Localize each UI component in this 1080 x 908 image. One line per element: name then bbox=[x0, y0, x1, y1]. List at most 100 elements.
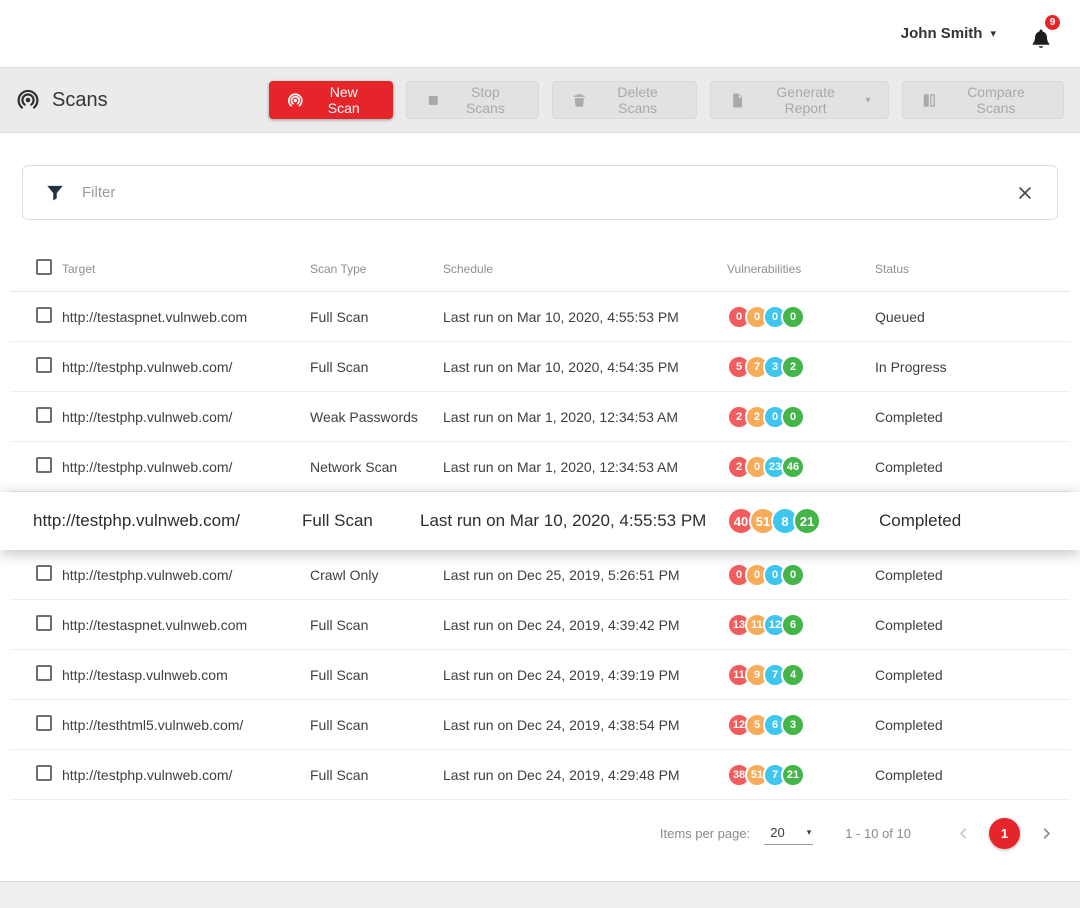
row-status: Completed bbox=[875, 409, 1070, 425]
low-count-badge: 0 bbox=[781, 305, 805, 329]
row-vulnerabilities: 0 0 0 0 bbox=[727, 305, 875, 329]
row-target: http://testaspnet.vulnweb.com bbox=[62, 309, 310, 325]
table-row[interactable]: http://testphp.vulnweb.com/ Weak Passwor… bbox=[10, 392, 1070, 442]
row-status: Completed bbox=[875, 667, 1070, 683]
current-page-button[interactable]: 1 bbox=[989, 818, 1020, 849]
trash-icon bbox=[571, 92, 588, 109]
row-schedule: Last run on Mar 1, 2020, 12:34:53 AM bbox=[443, 459, 727, 475]
new-scan-label: New Scan bbox=[313, 84, 375, 116]
table-row[interactable]: http://testphp.vulnweb.com/ Full Scan La… bbox=[0, 492, 1080, 550]
scans-table: Target Scan Type Schedule Vulnerabilitie… bbox=[10, 246, 1070, 800]
table-row[interactable]: http://testphp.vulnweb.com/ Network Scan… bbox=[10, 442, 1070, 492]
row-checkbox[interactable] bbox=[36, 615, 52, 631]
toolbar: Scans New Scan Stop Scans bbox=[0, 67, 1080, 133]
table-row[interactable]: http://testhtml5.vulnweb.com/ Full Scan … bbox=[10, 700, 1070, 750]
filter-placeholder: Filter bbox=[82, 184, 998, 201]
stop-scans-button[interactable]: Stop Scans bbox=[406, 81, 539, 119]
table-row[interactable]: http://testaspnet.vulnweb.com Full Scan … bbox=[10, 292, 1070, 342]
delete-scans-button[interactable]: Delete Scans bbox=[552, 81, 697, 119]
column-header-target: Target bbox=[62, 262, 310, 276]
row-scan-type: Full Scan bbox=[310, 667, 443, 683]
row-target: http://testphp.vulnweb.com/ bbox=[33, 511, 302, 531]
chevron-down-icon: ▾ bbox=[990, 27, 996, 40]
low-count-badge: 21 bbox=[781, 763, 805, 787]
row-schedule: Last run on Mar 10, 2020, 4:55:53 PM bbox=[443, 309, 727, 325]
previous-page-button[interactable] bbox=[955, 826, 971, 842]
row-status: Completed bbox=[879, 511, 1080, 531]
top-bar: John Smith ▾ 9 bbox=[0, 0, 1080, 67]
compare-scans-button[interactable]: Compare Scans bbox=[902, 81, 1064, 119]
table-row[interactable]: http://testphp.vulnweb.com/ Crawl Only L… bbox=[10, 550, 1070, 600]
generate-report-button[interactable]: Generate Report ▾ bbox=[710, 81, 889, 119]
generate-report-label: Generate Report bbox=[755, 84, 857, 116]
row-target: http://testphp.vulnweb.com/ bbox=[62, 359, 310, 375]
close-icon[interactable] bbox=[1015, 183, 1035, 203]
notifications-button[interactable]: 9 bbox=[1024, 17, 1058, 51]
low-count-badge: 21 bbox=[793, 507, 821, 535]
report-icon bbox=[729, 92, 746, 109]
filter-bar[interactable]: Filter bbox=[22, 165, 1058, 220]
column-header-scan-type: Scan Type bbox=[310, 262, 443, 276]
row-vulnerabilities: 5 7 3 2 bbox=[727, 355, 875, 379]
column-header-schedule: Schedule bbox=[443, 262, 727, 276]
row-scan-type: Full Scan bbox=[310, 617, 443, 633]
row-scan-type: Crawl Only bbox=[310, 567, 443, 583]
footer-strip bbox=[0, 881, 1080, 908]
chevron-down-icon: ▾ bbox=[807, 827, 812, 838]
table-row[interactable]: http://testphp.vulnweb.com/ Full Scan La… bbox=[10, 342, 1070, 392]
row-target: http://testasp.vulnweb.com bbox=[62, 667, 310, 683]
row-scan-type: Weak Passwords bbox=[310, 409, 443, 425]
row-vulnerabilities: 11 9 7 4 bbox=[727, 663, 875, 687]
low-count-badge: 2 bbox=[781, 355, 805, 379]
row-checkbox[interactable] bbox=[36, 457, 52, 473]
table-row[interactable]: http://testasp.vulnweb.com Full Scan Las… bbox=[10, 650, 1070, 700]
app-window: John Smith ▾ 9 Scans bbox=[0, 0, 1080, 908]
page-title-group: Scans bbox=[16, 88, 269, 112]
row-checkbox[interactable] bbox=[36, 565, 52, 581]
row-target: http://testphp.vulnweb.com/ bbox=[62, 567, 310, 583]
low-count-badge: 3 bbox=[781, 713, 805, 737]
table-row[interactable]: http://testphp.vulnweb.com/ Full Scan La… bbox=[10, 750, 1070, 800]
row-scan-type: Network Scan bbox=[310, 459, 443, 475]
new-scan-button[interactable]: New Scan bbox=[269, 81, 393, 119]
row-vulnerabilities: 40 51 8 21 bbox=[727, 507, 879, 535]
row-checkbox[interactable] bbox=[36, 357, 52, 373]
low-count-badge: 0 bbox=[781, 405, 805, 429]
row-status: In Progress bbox=[875, 359, 1070, 375]
row-target: http://testhtml5.vulnweb.com/ bbox=[62, 717, 310, 733]
row-vulnerabilities: 13 11 12 6 bbox=[727, 613, 875, 637]
row-vulnerabilities: 2 2 0 0 bbox=[727, 405, 875, 429]
row-schedule: Last run on Dec 24, 2019, 4:29:48 PM bbox=[443, 767, 727, 783]
user-menu[interactable]: John Smith ▾ bbox=[901, 25, 996, 42]
notification-count-badge: 9 bbox=[1043, 13, 1062, 32]
row-target: http://testphp.vulnweb.com/ bbox=[62, 767, 310, 783]
row-status: Completed bbox=[875, 617, 1070, 633]
toolbar-buttons: New Scan Stop Scans Delete Scans Generat… bbox=[269, 81, 1064, 119]
main-content: Filter Target Scan Type Schedule Vulnera… bbox=[0, 133, 1080, 881]
compare-icon bbox=[921, 92, 938, 109]
items-per-page-label: Items per page: bbox=[660, 826, 750, 841]
row-vulnerabilities: 38 51 7 21 bbox=[727, 763, 875, 787]
row-checkbox[interactable] bbox=[36, 765, 52, 781]
row-checkbox[interactable] bbox=[36, 665, 52, 681]
items-per-page-select[interactable]: 20 ▾ bbox=[764, 823, 813, 845]
scan-target-icon bbox=[287, 92, 304, 109]
next-page-button[interactable] bbox=[1038, 826, 1054, 842]
scan-target-icon bbox=[16, 88, 40, 112]
row-checkbox[interactable] bbox=[36, 715, 52, 731]
row-schedule: Last run on Dec 25, 2019, 5:26:51 PM bbox=[443, 567, 727, 583]
row-checkbox[interactable] bbox=[36, 307, 52, 323]
row-checkbox[interactable] bbox=[36, 407, 52, 423]
items-per-page-value: 20 bbox=[770, 825, 784, 840]
chevron-left-icon bbox=[956, 826, 971, 841]
table-row[interactable]: http://testaspnet.vulnweb.com Full Scan … bbox=[10, 600, 1070, 650]
chevron-down-icon: ▾ bbox=[865, 95, 870, 106]
row-target: http://testphp.vulnweb.com/ bbox=[62, 409, 310, 425]
row-vulnerabilities: 2 0 23 46 bbox=[727, 455, 875, 479]
chevron-right-icon bbox=[1039, 826, 1054, 841]
row-scan-type: Full Scan bbox=[310, 309, 443, 325]
row-status: Queued bbox=[875, 309, 1070, 325]
stop-scans-label: Stop Scans bbox=[450, 84, 520, 116]
row-schedule: Last run on Mar 10, 2020, 4:55:53 PM bbox=[420, 511, 727, 531]
select-all-checkbox[interactable] bbox=[36, 259, 52, 275]
